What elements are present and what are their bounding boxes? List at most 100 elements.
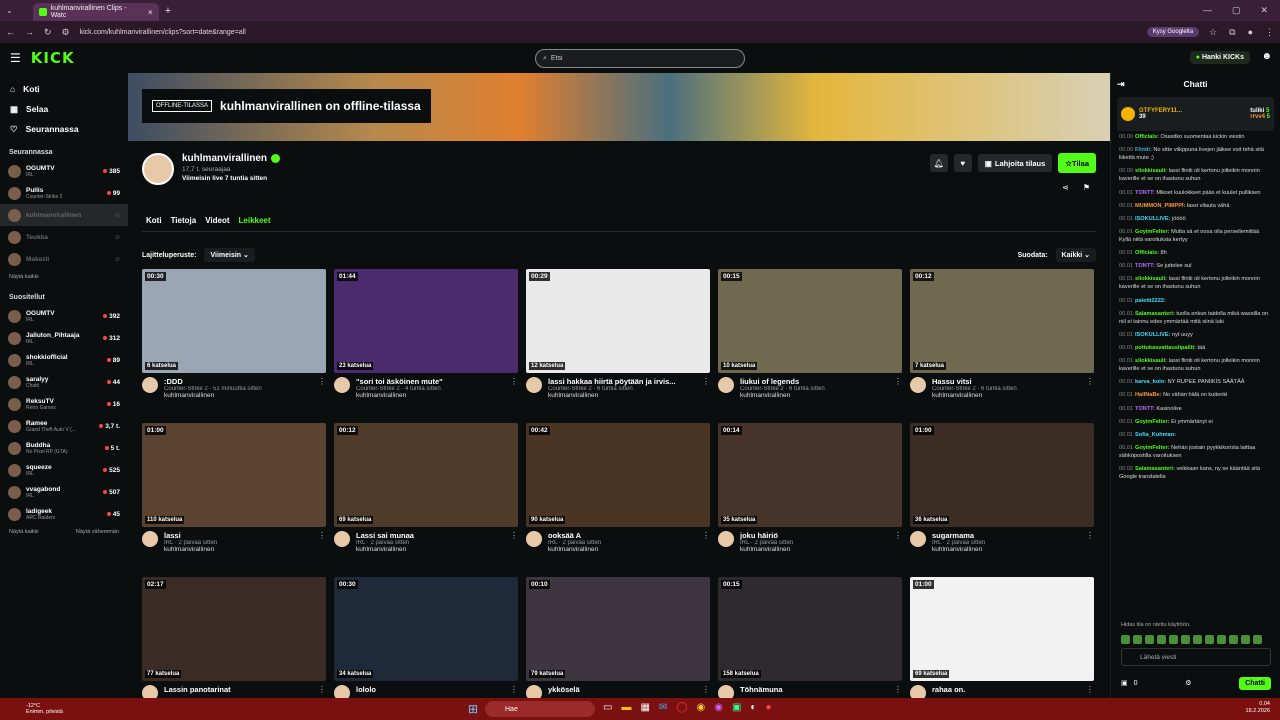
emote-icon[interactable] [1205, 635, 1214, 644]
system-clock[interactable]: 0.04 18.2.2026 [1246, 701, 1270, 715]
chat-settings-icon[interactable]: ⚙ [1185, 679, 1191, 687]
opera-icon[interactable]: ◯ [676, 702, 687, 713]
clip-options-icon[interactable]: ⋮ [702, 685, 710, 698]
taskbar-search[interactable]: Hae [485, 701, 595, 717]
close-tab-icon[interactable]: × [148, 8, 153, 17]
emote-icon[interactable] [1157, 635, 1166, 644]
clip-options-icon[interactable]: ⋮ [1086, 685, 1094, 698]
clip-card[interactable]: 00:15 158 katselua Töhnämuna ⋮ [718, 577, 902, 698]
clip-thumbnail[interactable]: 00:10 79 katselua [526, 577, 710, 681]
clip-channel-avatar[interactable] [334, 531, 350, 547]
show-all-link[interactable]: Näytä kaikki [9, 529, 39, 535]
chat-username[interactable]: HallNaBe: [1135, 392, 1161, 398]
chat-username[interactable]: pottukasvattauslipallit: [1135, 345, 1196, 351]
clip-channel-avatar[interactable] [526, 531, 542, 547]
ask-google-button[interactable]: Kysy Googlelta [1146, 27, 1200, 37]
emote-icon[interactable] [1217, 635, 1226, 644]
clip-thumbnail[interactable]: 00:29 12 katselua [526, 269, 710, 373]
maximize-icon[interactable]: ▢ [1232, 5, 1241, 16]
clip-options-icon[interactable]: ⋮ [318, 685, 326, 698]
sidebar-channel[interactable]: Teukka ⊘ [0, 226, 128, 248]
sidebar-channel[interactable]: OGUMTV IRL 385 [0, 160, 128, 182]
store-icon[interactable]: ▦ [640, 702, 649, 713]
chat-username[interactable]: sliokkisauli: [1135, 276, 1167, 282]
emote-icon[interactable] [1133, 635, 1142, 644]
clip-channel-avatar[interactable] [526, 377, 542, 393]
file-explorer-icon[interactable]: ▬ [621, 702, 631, 713]
clip-channel-name[interactable]: kuhlmanvirallinen [548, 546, 696, 553]
clip-options-icon[interactable]: ⋮ [510, 685, 518, 698]
clip-options-icon[interactable]: ⋮ [894, 377, 902, 399]
chat-username[interactable]: sliokkisauli: [1135, 168, 1167, 174]
clip-channel-avatar[interactable] [718, 377, 734, 393]
report-icon[interactable]: ⚑ [1083, 183, 1090, 192]
sidebar-channel[interactable]: kuhlmanvirallinen ⊘ [0, 204, 128, 226]
forward-icon[interactable]: → [25, 27, 34, 37]
clip-channel-avatar[interactable] [910, 685, 926, 698]
site-info-icon[interactable]: ⚙ [62, 27, 70, 38]
emote-icon[interactable] [1253, 635, 1262, 644]
clip-card[interactable]: 01:00 69 katselua rahaa on. ⋮ [910, 577, 1094, 698]
extensions-icon[interactable]: ⧉ [1229, 27, 1235, 38]
clip-options-icon[interactable]: ⋮ [318, 377, 326, 399]
chat-username[interactable]: ISOKULLIVE: [1135, 216, 1170, 222]
clip-card[interactable]: 00:12 69 katselua Lassi sai munaa IRL · 2 p… [334, 423, 518, 563]
sidebar-channel[interactable]: saralyy Chatti 44 [0, 371, 128, 393]
clip-title[interactable]: lololo [356, 685, 504, 694]
clip-card[interactable]: 00:30 34 katselua lololo ⋮ [334, 577, 518, 698]
user-menu-icon[interactable]: ☻ [1261, 51, 1272, 62]
clip-channel-avatar[interactable] [334, 377, 350, 393]
clip-title[interactable]: Lassi sai munaa [356, 531, 504, 540]
clip-options-icon[interactable]: ⋮ [318, 531, 326, 553]
chat-username[interactable]: TONTT: [1135, 406, 1155, 412]
weather-widget[interactable]: -12°C Enimm. pilvistä [26, 703, 63, 715]
clip-title[interactable]: sugarmama [932, 531, 1080, 540]
app-icon[interactable]: ▣ [732, 702, 741, 713]
clip-title[interactable]: lassi hakkaa hiirtä pöytään ja irvis... [548, 377, 696, 386]
collapse-chat-icon[interactable]: ⇥ [1117, 79, 1125, 90]
clip-card[interactable]: 02:17 77 katselua Lassin panotarinat ⋮ [142, 577, 326, 698]
clip-options-icon[interactable]: ⋮ [510, 531, 518, 553]
chat-username[interactable]: TONTT: [1135, 263, 1155, 269]
back-icon[interactable]: ← [6, 27, 15, 37]
bookmark-star-icon[interactable]: ☆ [1209, 27, 1217, 38]
clip-options-icon[interactable]: ⋮ [894, 531, 902, 553]
clip-channel-name[interactable]: kuhlmanvirallinen [740, 546, 888, 553]
tab-videos[interactable]: Videot [205, 216, 229, 225]
clip-card[interactable]: 00:30 6 katselua:DDD Counter-Strike 2 · 51… [142, 269, 326, 409]
browser-tab[interactable]: kuhlmanvirallinen Clips - Watc × [32, 3, 159, 21]
sidebar-channel[interactable]: Buddha No Pixel RP (GTA) 5 t. [0, 437, 128, 459]
clip-channel-avatar[interactable] [718, 531, 734, 547]
clip-thumbnail[interactable]: 00:30 34 katselua [334, 577, 518, 681]
browser-menu-icon[interactable]: ⋮ [1265, 27, 1274, 38]
clip-card[interactable]: 00:10 79 katselua ykköselä ⋮ [526, 577, 710, 698]
clip-card[interactable]: 01:00 36 katselua sugarmama IRL · 2 päivää … [910, 423, 1094, 563]
clip-channel-name[interactable]: kuhlmanvirallinen [356, 392, 504, 399]
chat-username[interactable]: TONTT: [1135, 190, 1155, 196]
clip-card[interactable]: 00:12 7 katselua Hassu vitsi Counter-Strike… [910, 269, 1094, 409]
chat-username[interactable]: GoyimFelter: [1135, 229, 1170, 235]
search-input[interactable]: ⌕ Etsi [535, 49, 745, 68]
clip-title[interactable]: ykköselä [548, 685, 696, 694]
clip-channel-name[interactable]: kuhlmanvirallinen [740, 392, 888, 399]
sort-dropdown[interactable]: Viimeisin ⌄ [204, 248, 255, 262]
show-less-link[interactable]: Näytä vähemmän [76, 529, 119, 535]
clip-title[interactable]: "sori toi äsköinen mute" [356, 377, 504, 386]
browser-app-icon[interactable]: ◉ [714, 702, 723, 713]
clip-channel-avatar[interactable] [142, 531, 158, 547]
tab-menu-icon[interactable]: ⌄ [6, 6, 13, 15]
chat-username[interactable]: ISOKULLIVE: [1135, 332, 1170, 338]
clip-thumbnail[interactable]: 00:15 10 katselua [718, 269, 902, 373]
get-kicks-button[interactable]: ● Hanki KICKs [1189, 51, 1250, 64]
emote-icon[interactable] [1121, 635, 1130, 644]
task-view-icon[interactable]: ▭ [603, 702, 612, 713]
reload-icon[interactable]: ↻ [44, 27, 52, 38]
app-icon[interactable]: ◐ [750, 702, 756, 713]
clip-channel-avatar[interactable] [910, 377, 926, 393]
subscribe-button[interactable]: ☆ Tilaa [1058, 153, 1096, 173]
clip-thumbnail[interactable]: 02:17 77 katselua [142, 577, 326, 681]
chat-message-input[interactable]: Lähetä viesti [1121, 648, 1271, 666]
clip-thumbnail[interactable]: 00:30 6 katselua [142, 269, 326, 373]
app-icon[interactable]: ● [765, 702, 771, 713]
clip-card[interactable]: 00:29 12 katselua lassi hakkaa hiirtä pöyt… [526, 269, 710, 409]
